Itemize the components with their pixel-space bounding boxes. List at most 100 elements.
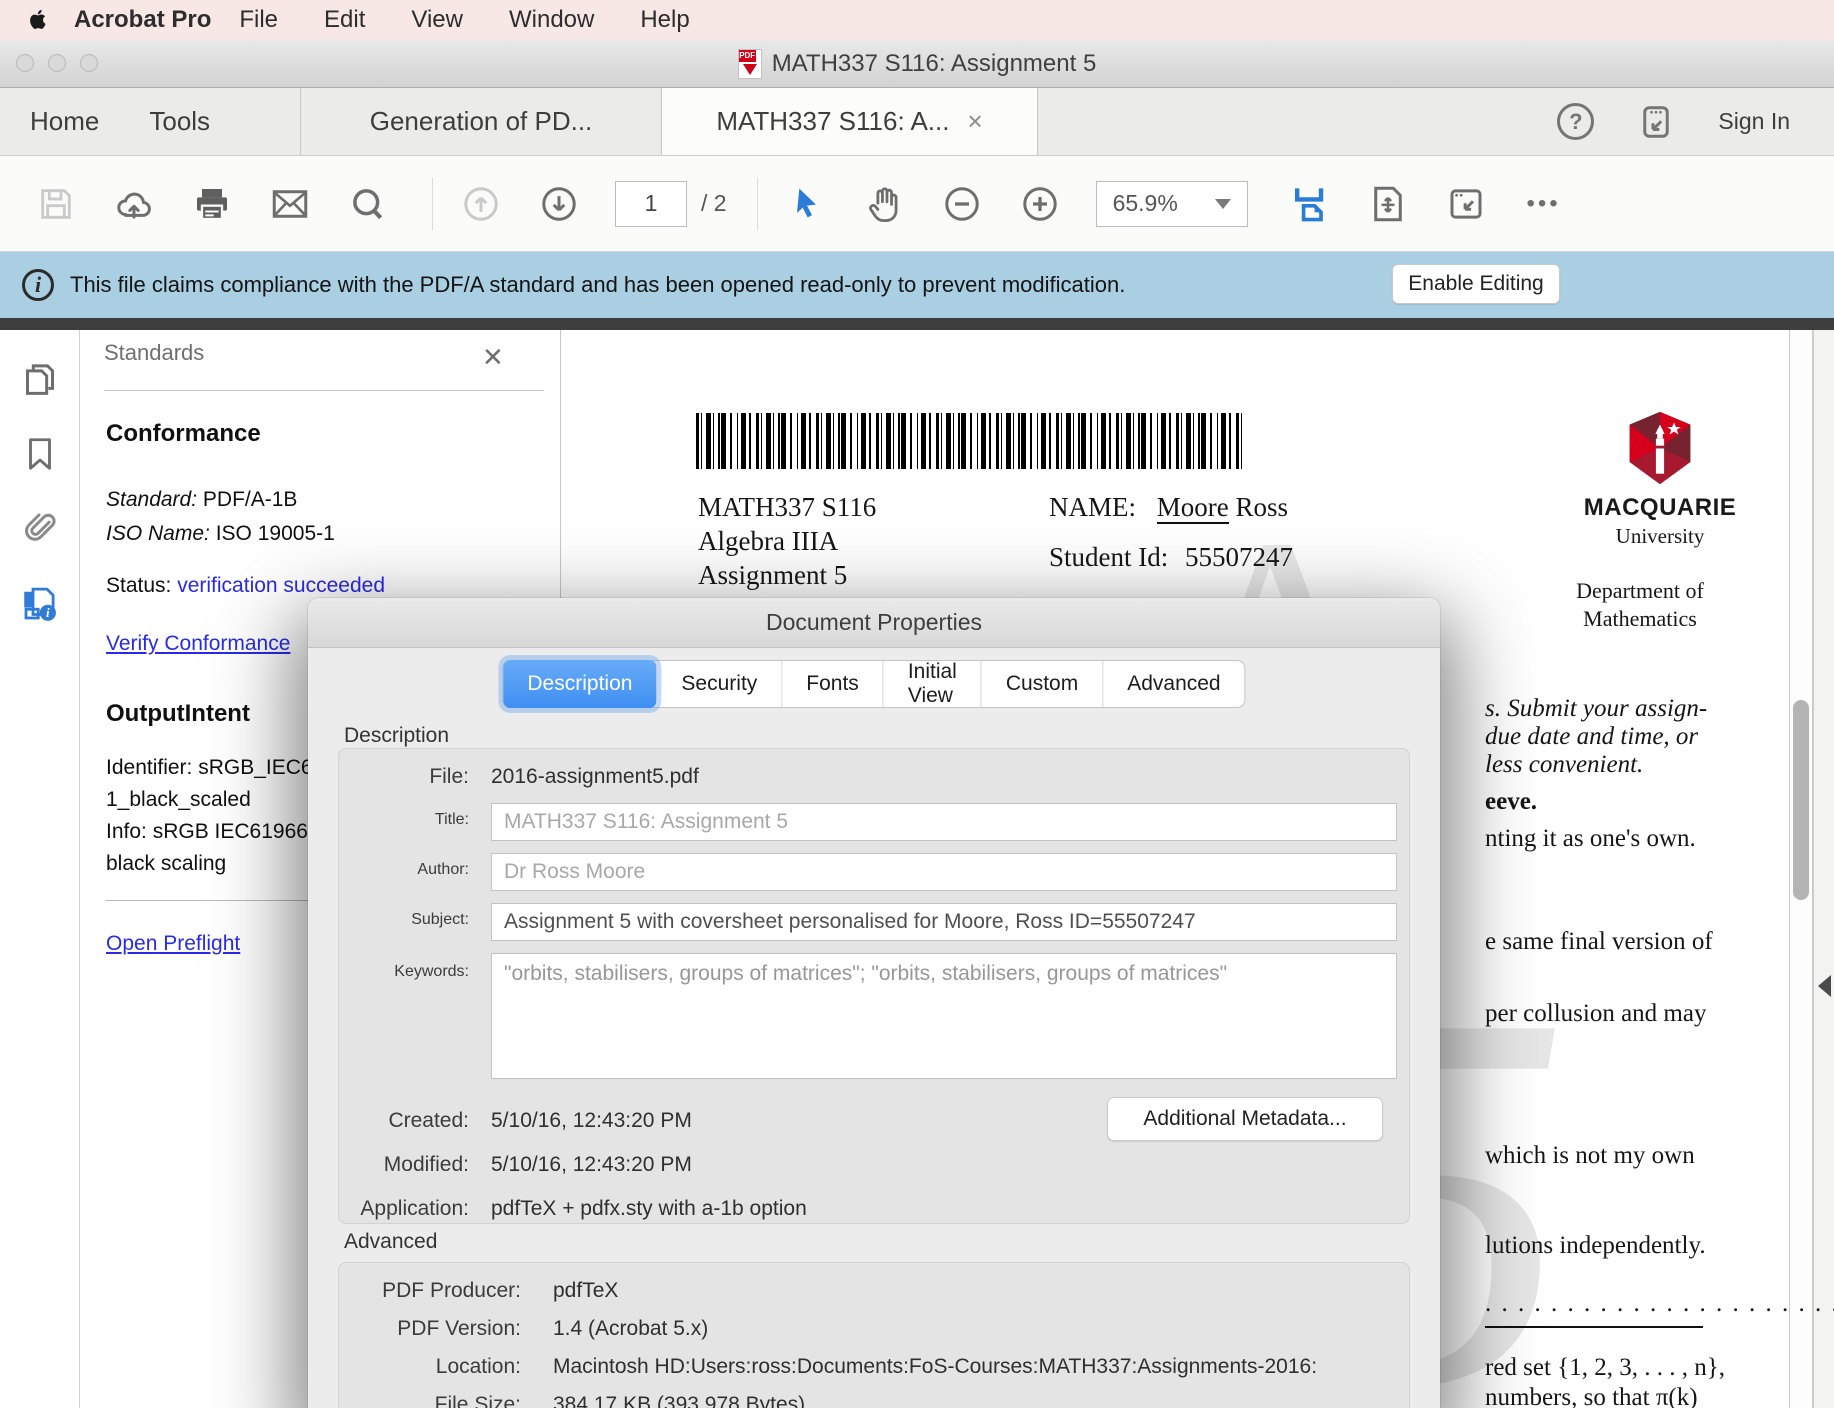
help-icon[interactable]: ? <box>1557 103 1594 140</box>
pdf-text-fragment: eeve. <box>1485 788 1537 816</box>
previous-page-icon[interactable] <box>459 182 503 226</box>
navigation-sidebar: i <box>0 330 80 1408</box>
pdf-file-icon: PDF <box>738 49 762 79</box>
window-title-bar: PDF MATH337 S116: Assignment 5 <box>0 40 1834 88</box>
menu-window[interactable]: Window <box>509 6 594 34</box>
application-row: Application: pdfTeX + pdfx.sty with a-1b… <box>339 1197 1409 1225</box>
next-page-icon[interactable] <box>537 182 581 226</box>
description-section-label: Description <box>344 724 449 748</box>
subject-label: Subject: <box>347 911 469 929</box>
page-total-label: / 2 <box>701 190 727 217</box>
pdf-text-fragment: numbers, so that π(k) <box>1485 1384 1698 1408</box>
search-icon[interactable] <box>346 182 390 226</box>
attachments-icon[interactable] <box>18 506 62 550</box>
keywords-input[interactable]: "orbits, stabilisers, groups of matrices… <box>491 953 1397 1079</box>
menu-help[interactable]: Help <box>640 6 689 34</box>
advanced-section-label: Advanced <box>344 1230 437 1254</box>
coversheet-name-line: NAME: Moore Ross <box>1049 492 1288 523</box>
advanced-group: PDF Producer: pdfTeX PDF Version: 1.4 (A… <box>338 1262 1410 1408</box>
pdf-dotted-line: . . . . . . . . . . . . . . . . . . . . … <box>1485 1290 1834 1318</box>
zoom-out-icon[interactable] <box>940 182 984 226</box>
scrollbar-thumb[interactable] <box>1793 700 1809 900</box>
menu-app-name[interactable]: Acrobat Pro <box>74 6 211 34</box>
close-tab-icon[interactable]: × <box>967 106 982 137</box>
standards-panel-title: Standards <box>104 340 204 366</box>
conformance-heading: Conformance <box>106 420 261 448</box>
menu-view[interactable]: View <box>411 6 463 34</box>
bookmarks-icon[interactable] <box>18 432 62 476</box>
coversheet-course-block: MATH337 S116 Algebra IIIA Assignment 5 <box>698 490 876 592</box>
dialog-title-bar[interactable]: Document Properties <box>308 598 1440 648</box>
window-title: MATH337 S116: Assignment 5 <box>772 50 1097 78</box>
additional-metadata-button[interactable]: Additional Metadata... <box>1107 1097 1383 1141</box>
svg-text:i: i <box>46 605 50 620</box>
email-icon[interactable] <box>268 182 312 226</box>
pdf-text-fragment: less convenient. <box>1485 751 1643 779</box>
acrobat-window: Acrobat Pro File Edit View Window Help P… <box>0 0 1834 1408</box>
more-tools-icon[interactable]: ••• <box>1522 182 1566 226</box>
mobile-device-icon[interactable] <box>1638 102 1674 142</box>
page-number-input[interactable]: 1 <box>615 181 687 227</box>
right-panel-strip <box>1813 330 1834 1408</box>
tab-fonts[interactable]: Fonts <box>781 661 883 707</box>
keywords-label: Keywords: <box>347 963 469 981</box>
apple-icon[interactable] <box>26 7 50 33</box>
save-icon[interactable] <box>34 182 78 226</box>
hand-tool-icon[interactable] <box>862 182 906 226</box>
tab-math337-assignment[interactable]: MATH337 S116: A... × <box>662 88 1038 155</box>
outputintent-line: black scaling <box>106 852 226 876</box>
page-thumbnails-icon[interactable] <box>18 358 62 402</box>
title-input[interactable]: MATH337 S116: Assignment 5 <box>491 803 1397 841</box>
menu-file[interactable]: File <box>239 6 278 34</box>
tab-security[interactable]: Security <box>656 661 781 707</box>
standards-panel-icon[interactable]: i <box>18 582 62 626</box>
tab-description[interactable]: Description <box>503 660 656 708</box>
tab-generation-of-pdfa[interactable]: Generation of PD... <box>301 88 661 155</box>
pdf-rule-line <box>1485 1326 1703 1328</box>
fullscreen-icon[interactable] <box>1444 182 1488 226</box>
pdf-text-fragment: e same final version of <box>1485 928 1713 956</box>
file-size-row: File Size: 384.17 KB (393,978 Bytes) <box>339 1393 1409 1408</box>
enable-editing-button[interactable]: Enable Editing <box>1392 264 1560 304</box>
collapse-right-panel-arrow[interactable] <box>1818 975 1831 997</box>
subject-input[interactable]: Assignment 5 with coversheet personalise… <box>491 903 1397 941</box>
open-preflight-link[interactable]: Open Preflight <box>106 932 240 956</box>
tab-home[interactable]: Home <box>30 106 99 137</box>
pdf-producer-row: PDF Producer: pdfTeX <box>339 1279 1409 1307</box>
location-row: Location: Macintosh HD:Users:ross:Docume… <box>339 1355 1409 1383</box>
iso-name-line: ISO Name: ISO 19005-1 <box>106 522 335 546</box>
pdf-version-row: PDF Version: 1.4 (Acrobat 5.x) <box>339 1317 1409 1345</box>
department-line: Mathematics <box>1515 606 1765 632</box>
fit-page-icon[interactable] <box>1366 182 1410 226</box>
standard-line: Standard: PDF/A-1B <box>106 488 297 512</box>
pdfa-message: This file claims compliance with the PDF… <box>70 272 1125 298</box>
pdf-text-fragment: nting it as one's own. <box>1485 825 1696 853</box>
window-title-group: PDF MATH337 S116: Assignment 5 <box>0 40 1834 88</box>
pdf-text-fragment: which is not my own <box>1485 1142 1695 1170</box>
verify-conformance-link[interactable]: Verify Conformance <box>106 632 290 656</box>
print-icon[interactable] <box>190 182 234 226</box>
zoom-level-select[interactable]: 65.9% <box>1096 181 1248 227</box>
barcode <box>696 413 1244 469</box>
select-tool-icon[interactable] <box>784 182 828 226</box>
share-cloud-icon[interactable] <box>112 182 156 226</box>
tab-initial-view[interactable]: Initial View <box>883 661 981 707</box>
sign-in-link[interactable]: Sign In <box>1718 108 1790 135</box>
tab-advanced[interactable]: Advanced <box>1102 661 1244 707</box>
author-input[interactable]: Dr Ross Moore <box>491 853 1397 891</box>
page-scrolling-mode-icon[interactable] <box>1288 182 1332 226</box>
pdf-text-fragment: due date and time, or <box>1485 723 1698 751</box>
dialog-tab-control: Description Security Fonts Initial View … <box>502 660 1245 708</box>
close-panel-icon[interactable]: ✕ <box>482 342 504 373</box>
tab-bar: Home Tools Generation of PD... MATH337 S… <box>0 88 1834 156</box>
pdf-text-fragment: lutions independently. <box>1485 1232 1706 1260</box>
status-line: Status: verification succeeded <box>106 574 385 598</box>
outputintent-line: 1_black_scaled <box>106 788 251 812</box>
title-label: Title: <box>347 811 469 829</box>
macquarie-logo-shield <box>1625 410 1695 486</box>
menu-edit[interactable]: Edit <box>324 6 365 34</box>
tab-tools[interactable]: Tools <box>149 106 210 137</box>
tab-custom[interactable]: Custom <box>981 661 1102 707</box>
zoom-in-icon[interactable] <box>1018 182 1062 226</box>
modified-row: Modified: 5/10/16, 12:43:20 PM <box>339 1153 1409 1181</box>
